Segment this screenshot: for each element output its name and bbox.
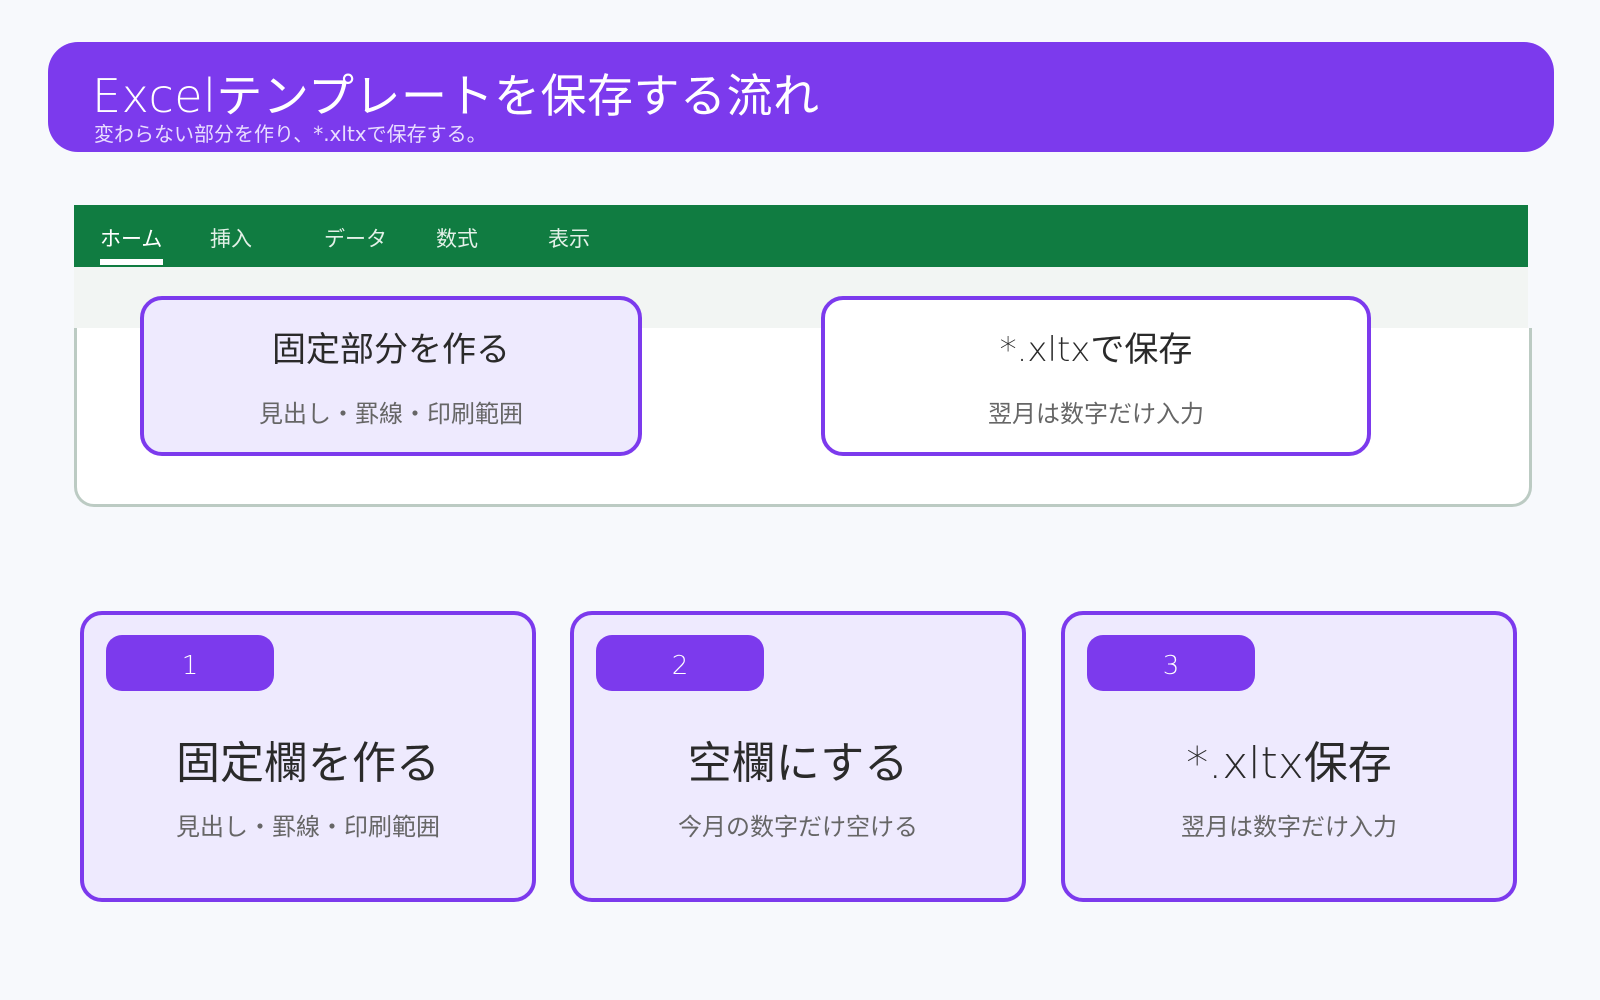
fixed-part-card: 固定部分を作る 見出し・罫線・印刷範囲	[140, 296, 642, 456]
step-number-badge: 1	[106, 635, 274, 691]
step-card-3: 3 *.xltx保存 翌月は数字だけ入力	[1061, 611, 1517, 902]
step-number-badge: 3	[1087, 635, 1255, 691]
tab-formulas[interactable]: 数式	[436, 223, 478, 253]
tab-view[interactable]: 表示	[548, 223, 590, 253]
step-card-1: 1 固定欄を作る 見出し・罫線・印刷範囲	[80, 611, 536, 902]
fixed-part-card-note: 見出し・罫線・印刷範囲	[259, 400, 523, 428]
step-title: *.xltx保存	[1186, 738, 1392, 789]
page-title: Excelテンプレートを保存する流れ	[92, 69, 820, 123]
page-subtitle: 変わらない部分を作り、*.xltxで保存する。	[94, 122, 487, 146]
excel-ribbon: ホーム 挿入 データ 数式 表示	[74, 205, 1528, 267]
step-card-2: 2 空欄にする 今月の数字だけ空ける	[570, 611, 1026, 902]
step-note: 見出し・罫線・印刷範囲	[176, 813, 440, 841]
active-tab-indicator	[100, 259, 163, 265]
page: Excelテンプレートを保存する流れ 変わらない部分を作り、*.xltxで保存す…	[0, 0, 1600, 1000]
step-note: 翌月は数字だけ入力	[1181, 813, 1397, 841]
step-title: 固定欄を作る	[176, 738, 440, 789]
tab-data[interactable]: データ	[324, 223, 387, 253]
tab-insert[interactable]: 挿入	[210, 223, 252, 253]
save-xltx-card: *.xltxで保存 翌月は数字だけ入力	[821, 296, 1371, 456]
tab-home[interactable]: ホーム	[100, 223, 162, 253]
save-xltx-card-note: 翌月は数字だけ入力	[988, 400, 1204, 428]
save-xltx-card-title: *.xltxで保存	[999, 330, 1193, 370]
step-note: 今月の数字だけ空ける	[678, 813, 918, 841]
step-number-badge: 2	[596, 635, 764, 691]
header-banner: Excelテンプレートを保存する流れ 変わらない部分を作り、*.xltxで保存す…	[48, 42, 1554, 152]
fixed-part-card-title: 固定部分を作る	[272, 330, 510, 370]
step-title: 空欄にする	[687, 738, 909, 789]
